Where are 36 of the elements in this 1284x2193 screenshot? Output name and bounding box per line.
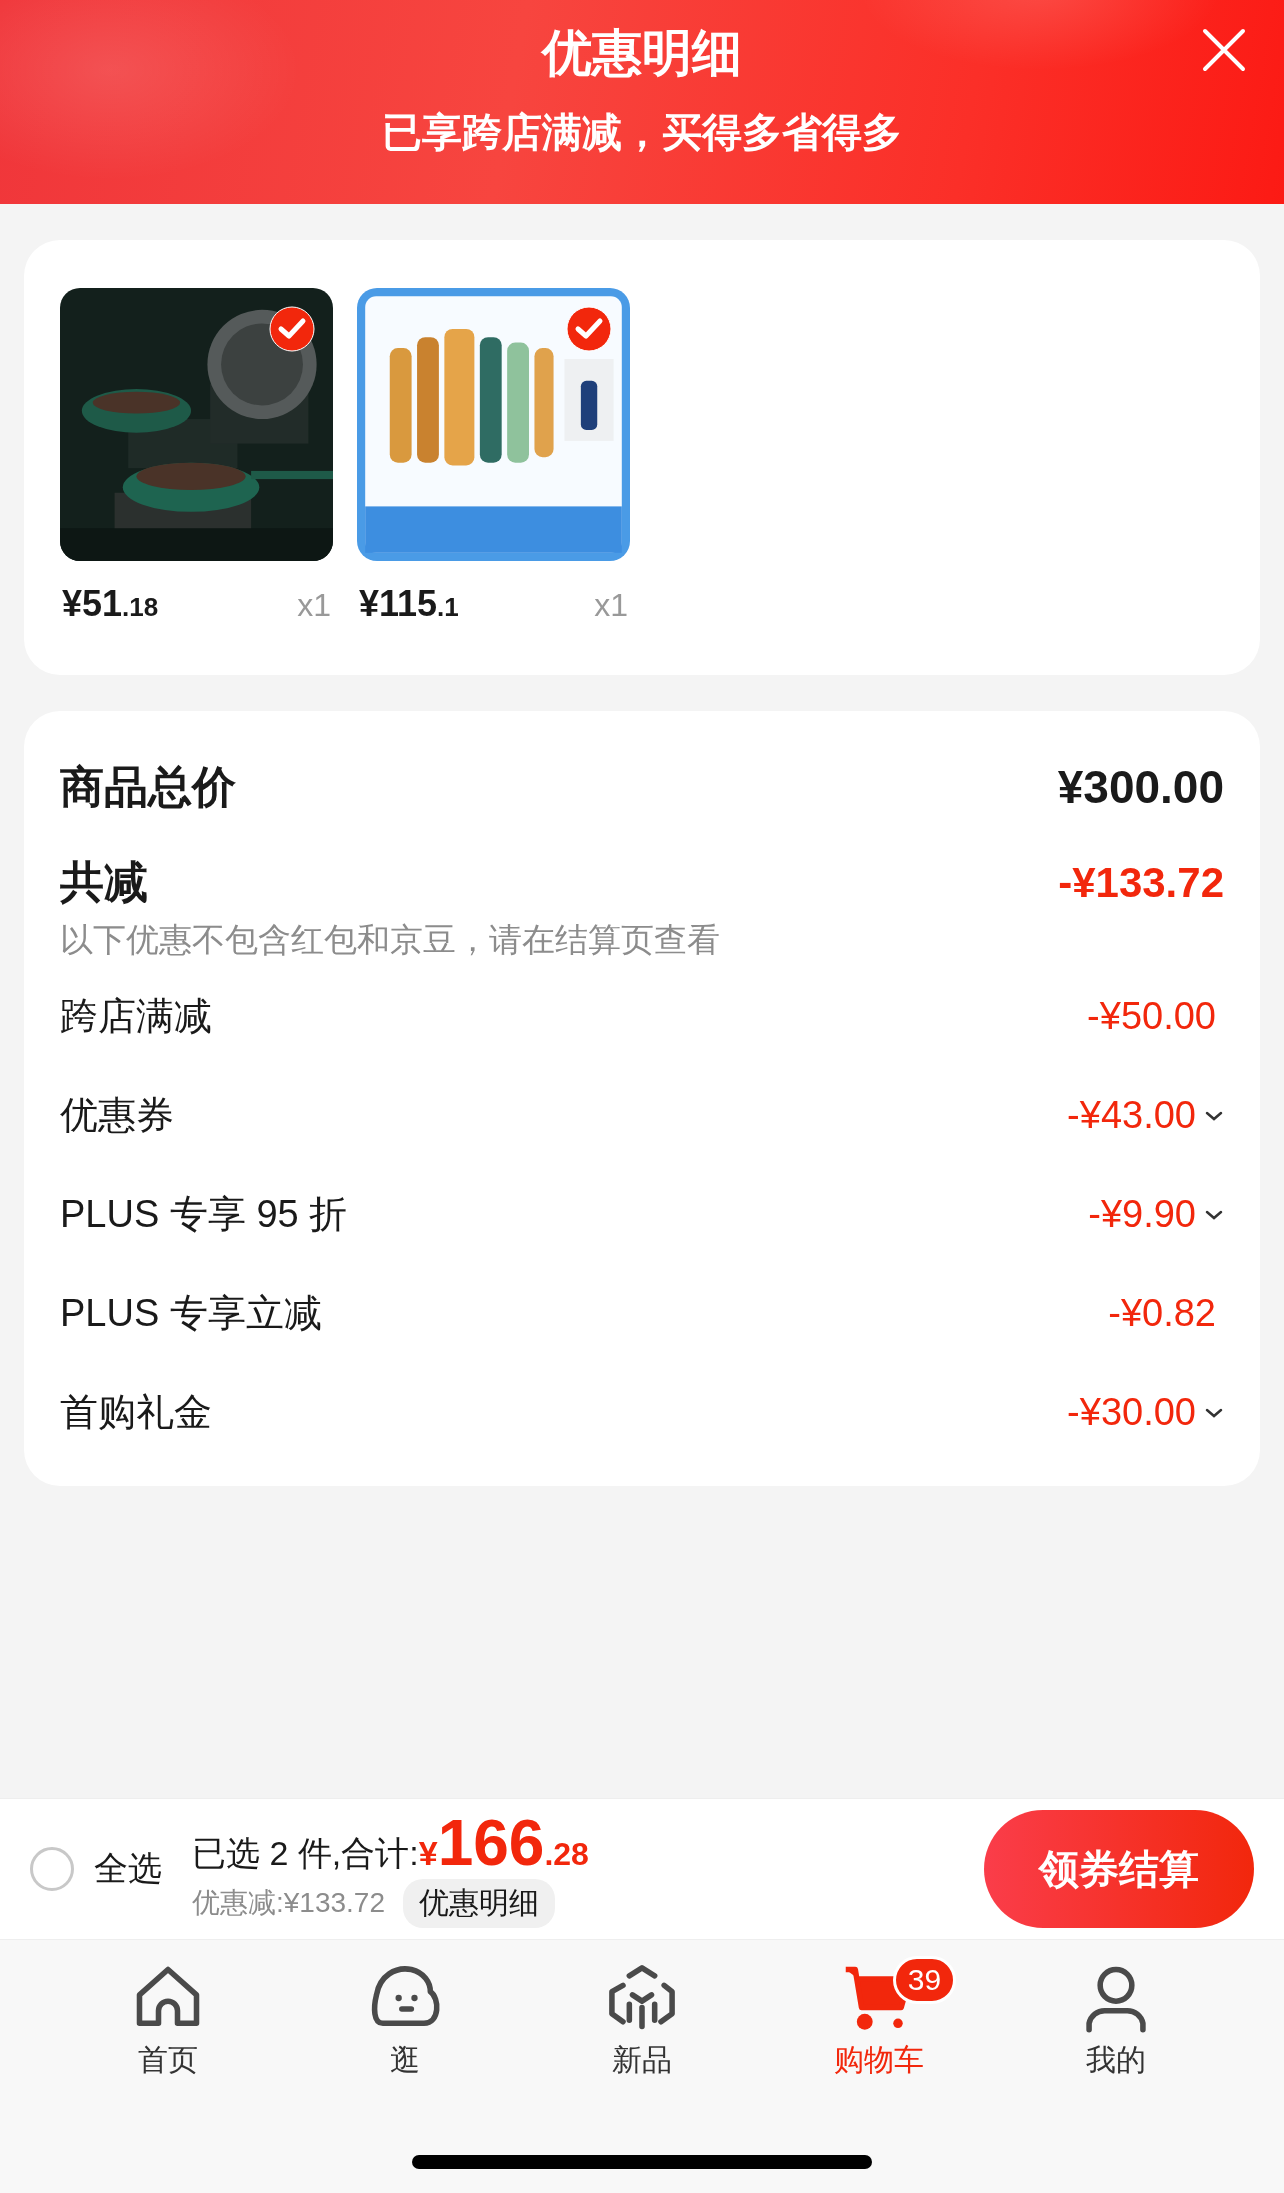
discount-label: 跨店满减 [60,994,212,1039]
discount-value: -¥9.90 [1088,1193,1196,1236]
discount-value: -¥43.00 [1067,1094,1196,1137]
tab-item[interactable]: 我的 [1035,1960,1196,2081]
tab-item[interactable]: 首页 [88,1960,249,2081]
discount-total: 优惠减:¥133.72 [192,1886,385,1920]
reduction-label: 共减 [60,856,148,908]
discount-value: -¥50.00 [1087,995,1216,1038]
select-all-radio[interactable] [30,1847,74,1891]
product-price: ¥115.1 [359,583,459,625]
grand-total: ¥166.28 [418,1810,589,1875]
discount-label: PLUS 专享 95 折 [60,1192,348,1237]
close-icon[interactable] [1202,28,1246,72]
product-quantity: x1 [297,587,331,624]
discount-label: PLUS 专享立减 [60,1291,322,1336]
selected-count: 已选 2 件,合计: [192,1832,419,1874]
discount-note: 以下优惠不包含红包和京豆，请在结算页查看 [60,920,721,960]
tab-item[interactable]: 新品 [562,1960,722,2081]
sheet-title: 优惠明细 [542,24,742,83]
discount-value: -¥30.00 [1067,1391,1196,1434]
product-quantity: x1 [594,587,628,624]
total-label: 商品总价 [60,760,236,813]
tab-item[interactable]: 逛 [325,1960,486,2081]
sheet-subtitle: 已享跨店满减，买得多省得多 [382,109,902,156]
cart-count-badge: 39 [892,1956,957,2004]
total-value: ¥300.00 [1057,760,1224,814]
checkmark-icon[interactable] [269,306,315,352]
reduction-value: -¥133.72 [1058,858,1224,907]
discount-label: 首购礼金 [60,1390,212,1435]
discount-label: 优惠券 [60,1093,174,1138]
discount-details-button[interactable]: 优惠明细 [403,1878,555,1928]
checkmark-icon[interactable] [566,306,612,352]
select-all-label[interactable]: 全选 [94,1846,162,1892]
discount-value: -¥0.82 [1108,1292,1216,1335]
checkout-button[interactable]: 领券结算 [984,1810,1254,1928]
product-price: ¥51.18 [62,583,159,625]
